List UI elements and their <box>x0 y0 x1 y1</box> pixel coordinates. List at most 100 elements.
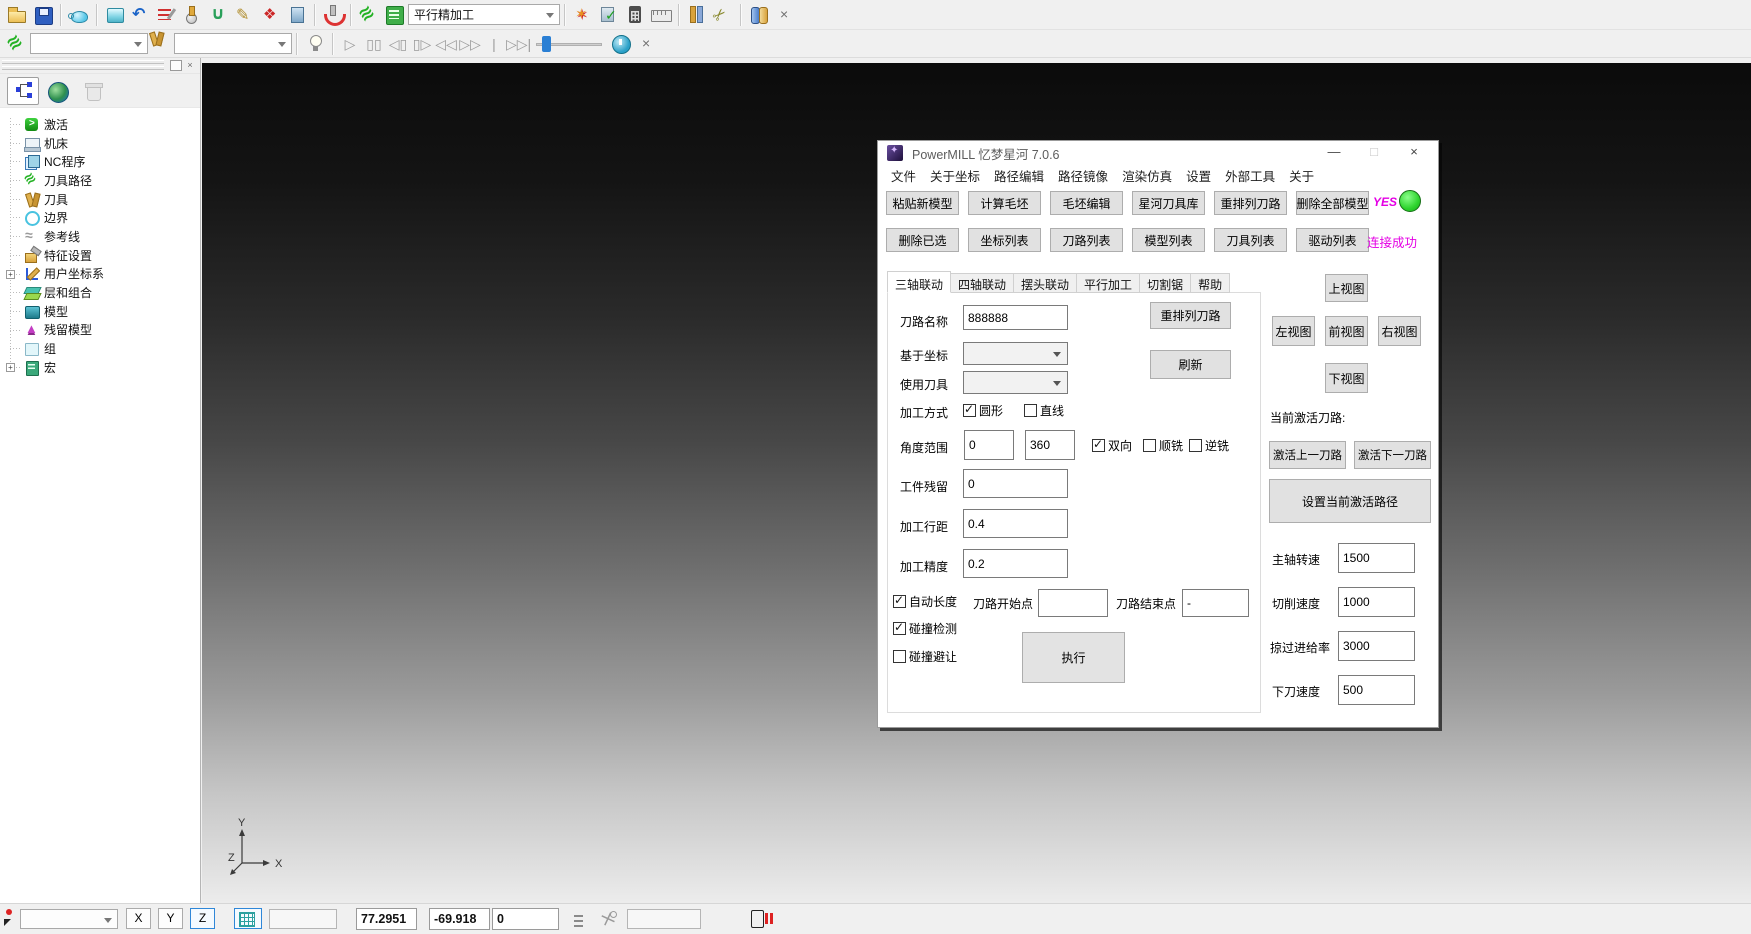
based-coordinate-combo[interactable] <box>963 342 1068 365</box>
plunge-feed-input[interactable] <box>1338 675 1415 705</box>
paste-new-model-button[interactable]: 粘贴新模型 <box>886 191 959 215</box>
tree-item-workplanes[interactable]: +用户坐标系 <box>0 265 200 284</box>
angle-from-input[interactable] <box>964 430 1014 460</box>
spindle-speed-input[interactable] <box>1338 543 1415 573</box>
angle-to-input[interactable] <box>1025 430 1075 460</box>
toolpath-list-icon[interactable] <box>154 2 180 28</box>
close-button[interactable]: × <box>1394 141 1434 165</box>
strategy-combo[interactable]: 平行精加工 <box>408 4 560 25</box>
step-back-icon[interactable]: ◁▯ <box>386 31 410 57</box>
tree-item-models[interactable]: 模型 <box>0 302 200 321</box>
statusbar-combo[interactable] <box>20 909 118 929</box>
tree-item-machine-tools[interactable]: 机床 <box>0 134 200 153</box>
top-view-button[interactable]: 上视图 <box>1325 274 1368 302</box>
bidirectional-checkbox[interactable] <box>1092 439 1105 452</box>
status-corner-icon[interactable] <box>3 906 19 928</box>
lightbulb-icon[interactable] <box>302 31 328 57</box>
menu-render-sim[interactable]: 渲染仿真 <box>1122 166 1172 185</box>
panel-grip[interactable] <box>2 60 164 64</box>
set-active-path-button[interactable]: 设置当前激活路径 <box>1269 479 1431 523</box>
tool-list-button[interactable]: 刀具列表 <box>1214 228 1287 252</box>
step-forward-icon[interactable]: ▯▷ <box>410 31 434 57</box>
menu-file[interactable]: 文件 <box>891 166 916 185</box>
menu-path-mirror[interactable]: 路径镜像 <box>1058 166 1108 185</box>
open-project-icon[interactable] <box>4 2 30 28</box>
toolpath-name-input[interactable] <box>963 305 1068 330</box>
expand-icon[interactable]: + <box>6 363 15 372</box>
menu-settings[interactable]: 设置 <box>1186 166 1211 185</box>
strategy-list-icon[interactable] <box>382 2 408 28</box>
points-icon[interactable] <box>258 2 284 28</box>
save-project-icon[interactable] <box>30 2 56 28</box>
pause-icon[interactable]: ▯▯ <box>362 31 386 57</box>
line-checkbox[interactable] <box>1024 404 1037 417</box>
scissors-icon[interactable] <box>710 2 736 28</box>
coordinate-z-value[interactable] <box>492 908 559 930</box>
menu-about[interactable]: 关于 <box>1289 166 1314 185</box>
block-icon[interactable] <box>102 2 128 28</box>
tab-help[interactable]: 帮助 <box>1191 273 1230 293</box>
go-end-icon[interactable]: ▷▷| <box>506 31 530 57</box>
axis-y-button[interactable]: Y <box>158 908 183 929</box>
xyz-list-icon[interactable] <box>570 910 588 928</box>
measure-icon[interactable] <box>684 2 710 28</box>
coordinate-x-value[interactable] <box>356 908 417 930</box>
tree-item-patterns[interactable]: 参考线 <box>0 227 200 246</box>
delete-all-models-button[interactable]: 删除全部模型 <box>1296 191 1369 215</box>
toolpath-list-button[interactable]: 刀路列表 <box>1050 228 1123 252</box>
tree-item-stock-models[interactable]: 残留模型 <box>0 321 200 340</box>
edit-stock-button[interactable]: 毛坯编辑 <box>1050 191 1123 215</box>
refresh-button[interactable]: 刷新 <box>1150 350 1231 379</box>
coordinate-y-value[interactable] <box>429 908 490 930</box>
tree-item-groups[interactable]: 组 <box>0 339 200 358</box>
rearrange-toolpaths-button-2[interactable]: 重排列刀路 <box>1150 302 1231 329</box>
axis-x-button[interactable]: X <box>126 908 151 929</box>
maximize-button[interactable]: □ <box>1354 141 1394 165</box>
import-icon[interactable] <box>128 2 154 28</box>
tolerance-input[interactable] <box>963 549 1068 578</box>
right-view-button[interactable]: 右视图 <box>1378 316 1421 346</box>
tree-item-boundaries[interactable]: 边界 <box>0 208 200 227</box>
search-back-icon[interactable]: ◁◁ <box>434 31 458 57</box>
simulation-toolpath-combo[interactable] <box>30 33 148 54</box>
collision-detect-checkbox[interactable] <box>893 622 906 635</box>
tree-item-toolpaths[interactable]: 刀具路径 <box>0 171 200 190</box>
tool-icon[interactable] <box>148 31 174 57</box>
execute-button[interactable]: 执行 <box>1022 632 1125 683</box>
arc-tool-icon[interactable] <box>320 2 346 28</box>
conventional-mill-checkbox[interactable] <box>1189 439 1202 452</box>
tree-item-activate[interactable]: 激活 <box>0 115 200 134</box>
tree-item-macros[interactable]: +宏 <box>0 358 200 377</box>
edit-toolpath-icon[interactable] <box>232 2 258 28</box>
toolpath-spring-icon[interactable] <box>356 2 382 28</box>
tool-library-button[interactable]: 星河刀具库 <box>1132 191 1205 215</box>
tab-swivel-head[interactable]: 摆头联动 <box>1014 273 1077 293</box>
collision-check-icon[interactable] <box>206 2 232 28</box>
stepover-input[interactable] <box>963 509 1068 538</box>
menu-coordinates[interactable]: 关于坐标 <box>930 166 980 185</box>
toolpath-end-input[interactable] <box>1182 589 1249 617</box>
minimize-button[interactable]: — <box>1314 141 1354 165</box>
ruler-icon[interactable] <box>648 2 674 28</box>
ball-tool-icon[interactable] <box>180 2 206 28</box>
cylinders-icon[interactable] <box>746 2 772 28</box>
tree-item-feature-sets[interactable]: 特征设置 <box>0 246 200 265</box>
explorer-tree-tab[interactable] <box>7 77 39 105</box>
close-panel-icon[interactable]: × <box>184 60 196 71</box>
collision-avoid-checkbox[interactable] <box>893 650 906 663</box>
jog-axes-icon[interactable] <box>598 909 618 929</box>
drive-list-button[interactable]: 驱动列表 <box>1296 228 1369 252</box>
close-toolbar-icon[interactable] <box>772 2 798 28</box>
left-view-button[interactable]: 左视图 <box>1272 316 1315 346</box>
star-tool-icon[interactable] <box>570 2 596 28</box>
circle-checkbox[interactable] <box>963 404 976 417</box>
tab-4axis[interactable]: 四轴联动 <box>951 273 1014 293</box>
menu-path-edit[interactable]: 路径编辑 <box>994 166 1044 185</box>
tree-item-levels-and-sets[interactable]: 层和组合 <box>0 283 200 302</box>
rearrange-toolpaths-button[interactable]: 重排列刀路 <box>1214 191 1287 215</box>
calc-stock-button[interactable]: 计算毛坯 <box>968 191 1041 215</box>
teapot-model-icon[interactable] <box>66 2 92 28</box>
grid-toggle-button[interactable] <box>234 908 262 929</box>
statusbar-field-2[interactable] <box>627 909 701 929</box>
speed-dial-icon[interactable] <box>608 31 634 57</box>
